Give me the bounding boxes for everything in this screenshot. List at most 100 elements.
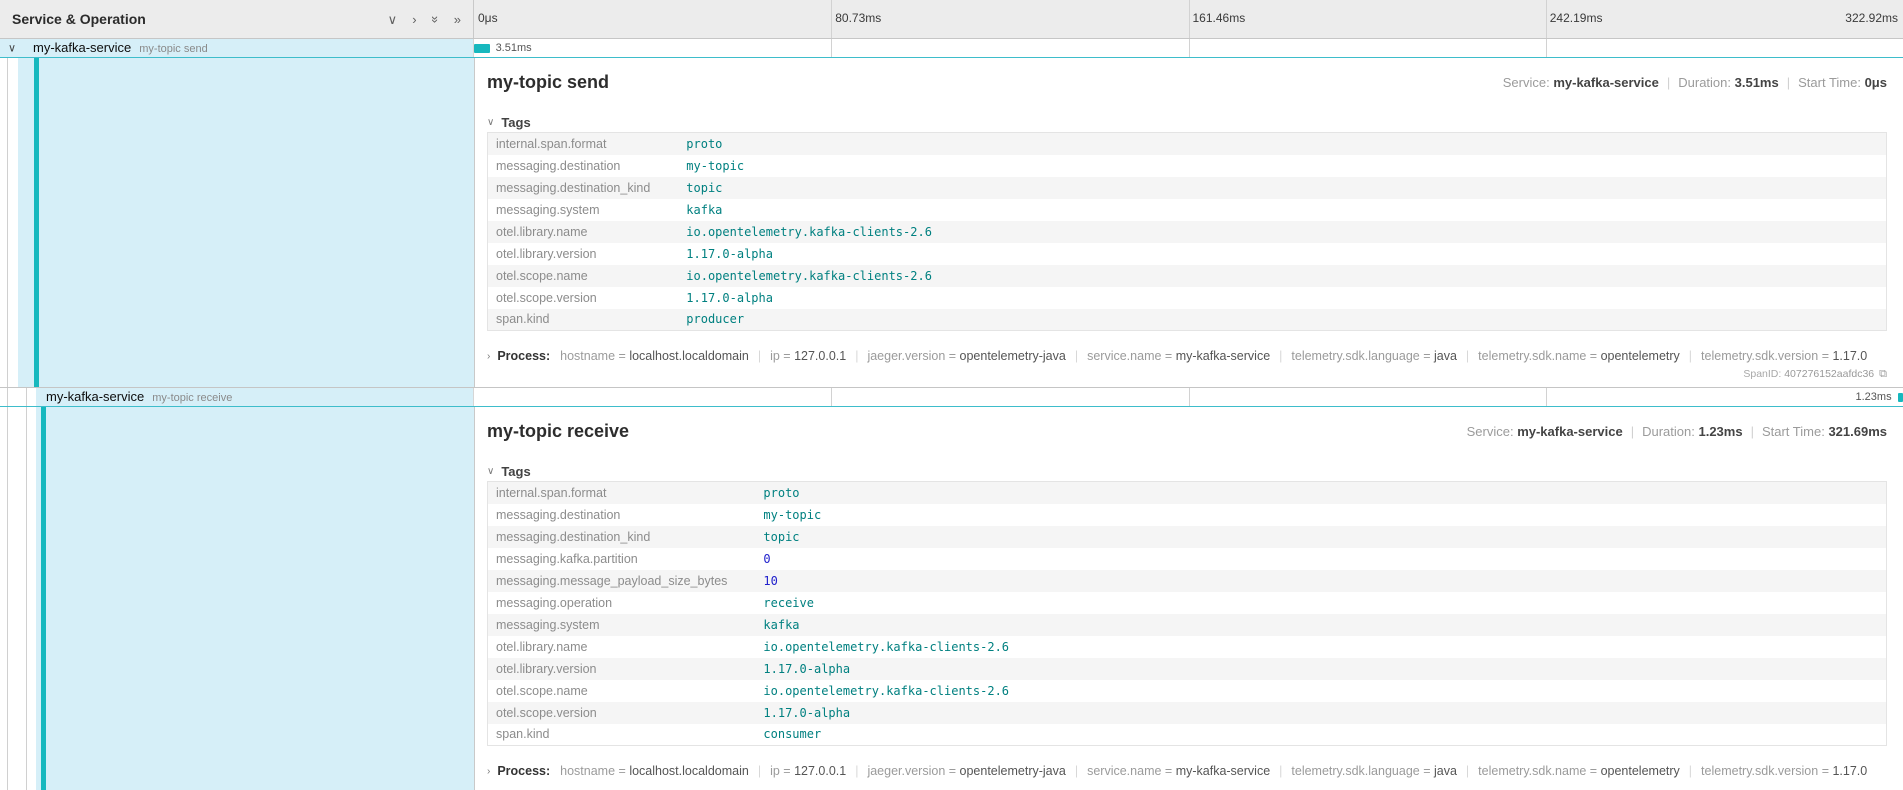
- tree-indent-guide: [26, 407, 27, 790]
- span-detail-card: my-topic send Service: my-kafka-service |…: [474, 58, 1903, 387]
- tag-key: messaging.destination_kind: [488, 177, 679, 199]
- span-timeline-cell[interactable]: 3.51ms: [474, 39, 1903, 57]
- timeline-ruler: 0μs80.73ms161.46ms242.19ms322.92ms: [474, 0, 1903, 38]
- tree-indent-guide: [7, 58, 8, 387]
- process-separator: |: [1279, 764, 1282, 778]
- timeline-tick-label: 0μs: [478, 11, 498, 25]
- timeline-tick-label: 161.46ms: [1193, 11, 1246, 25]
- process-equals: =: [615, 764, 629, 778]
- tag-row: messaging.destinationmy-topic: [488, 155, 1887, 177]
- tag-key: otel.library.name: [488, 636, 756, 658]
- process-equals: =: [780, 349, 794, 363]
- tag-row: messaging.systemkafka: [488, 199, 1887, 221]
- trace-timeline-view: Service & Operation ∨›»» 0μs80.73ms161.4…: [0, 0, 1903, 790]
- process-separator: |: [855, 764, 858, 778]
- span-color-stripe: [41, 407, 46, 790]
- tag-key: messaging.system: [488, 614, 756, 636]
- span-name-cell[interactable]: my-kafka-servicemy-topic receive: [0, 388, 474, 406]
- tags-accordion-label: Tags: [501, 464, 530, 479]
- process-equals: =: [1818, 349, 1832, 363]
- span-operation-name: my-topic send: [139, 43, 207, 55]
- tags-accordion-label: Tags: [501, 115, 530, 130]
- tags-table: internal.span.formatprotomessaging.desti…: [487, 132, 1887, 331]
- span-timeline-cell[interactable]: 1.23ms: [474, 388, 1903, 406]
- meta-value: 321.69ms: [1828, 424, 1887, 439]
- tag-row: messaging.operationreceive: [488, 592, 1887, 614]
- tag-key: messaging.system: [488, 199, 679, 221]
- process-equals: =: [1420, 349, 1434, 363]
- tag-row: span.kindconsumer: [488, 724, 1887, 746]
- meta-value: 1.23ms: [1698, 424, 1742, 439]
- tag-key: otel.scope.version: [488, 287, 679, 309]
- tag-key: messaging.operation: [488, 592, 756, 614]
- tag-value: my-topic: [678, 155, 1886, 177]
- copy-span-id-icon[interactable]: ⧉: [1879, 368, 1887, 380]
- span-detail-header: my-topic send Service: my-kafka-service|…: [487, 70, 1887, 94]
- span-row: ∨ my-kafka-servicemy-topic send 3.51ms: [0, 39, 1903, 58]
- double-chevron-down-icon[interactable]: »: [429, 15, 442, 22]
- process-value: opentelemetry-java: [960, 349, 1066, 363]
- process-separator: |: [758, 349, 761, 363]
- process-accordion-header[interactable]: › Process: hostname = localhost.localdom…: [487, 347, 1887, 365]
- process-value: my-kafka-service: [1176, 349, 1270, 363]
- process-summary: hostname = localhost.localdomain|ip = 12…: [560, 764, 1867, 778]
- process-key: service.name: [1087, 764, 1161, 778]
- timeline-gridline: [831, 39, 832, 57]
- span-detail-meta: Service: my-kafka-service|Duration: 1.23…: [1467, 419, 1887, 439]
- span-color-stripe: [34, 58, 39, 387]
- tag-value: producer: [678, 309, 1886, 331]
- span-id-row: SpanID: 407276152aafdc36⧉: [487, 368, 1887, 381]
- meta-value: 0μs: [1865, 75, 1887, 90]
- meta-label: Start Time:: [1798, 75, 1864, 90]
- tag-value: io.opentelemetry.kafka-clients-2.6: [755, 636, 1886, 658]
- meta-separator: |: [1631, 424, 1634, 439]
- chevron-down-icon[interactable]: ∨: [388, 13, 398, 26]
- span-duration-bar[interactable]: [474, 44, 490, 53]
- meta-value: 3.51ms: [1735, 75, 1779, 90]
- process-value: my-kafka-service: [1176, 764, 1270, 778]
- tags-accordion-header[interactable]: ∨ Tags: [487, 461, 1887, 481]
- tag-row: otel.library.nameio.opentelemetry.kafka-…: [488, 221, 1887, 243]
- process-value: opentelemetry: [1601, 764, 1680, 778]
- span-name: my-kafka-servicemy-topic send: [33, 39, 208, 57]
- tag-value: topic: [755, 526, 1886, 548]
- span-detail-highlight: [36, 407, 474, 790]
- meta-label: Service:: [1467, 424, 1518, 439]
- tag-row: messaging.message_payload_size_bytes10: [488, 570, 1887, 592]
- chevron-down-icon[interactable]: ∨: [8, 42, 16, 55]
- process-equals: =: [780, 764, 794, 778]
- chevron-right-icon[interactable]: ›: [412, 13, 416, 26]
- tag-value: 1.17.0-alpha: [755, 702, 1886, 724]
- span-detail-title: my-topic send: [487, 70, 609, 94]
- span-service-name: my-kafka-service: [46, 389, 144, 404]
- timeline-gridline: [1189, 388, 1190, 406]
- process-separator: |: [1075, 764, 1078, 778]
- span-id-label: SpanID:: [1743, 368, 1784, 380]
- span-detail-title: my-topic receive: [487, 419, 629, 443]
- double-chevron-right-icon[interactable]: »: [454, 13, 461, 26]
- tag-key: messaging.destination_kind: [488, 526, 756, 548]
- span-name: my-kafka-servicemy-topic receive: [46, 388, 232, 406]
- chevron-down-icon: ∨: [487, 466, 494, 477]
- tag-key: otel.library.version: [488, 658, 756, 680]
- span-name-cell[interactable]: ∨ my-kafka-servicemy-topic send: [0, 39, 474, 57]
- process-equals: =: [1420, 764, 1434, 778]
- tag-key: messaging.destination: [488, 504, 756, 526]
- process-value: localhost.localdomain: [629, 764, 749, 778]
- tag-value: 1.17.0-alpha: [678, 287, 1886, 309]
- process-equals: =: [1161, 349, 1175, 363]
- timeline-gridline: [1189, 0, 1190, 38]
- process-key: jaeger.version: [867, 349, 945, 363]
- meta-label: Duration:: [1678, 75, 1734, 90]
- process-accordion-header[interactable]: › Process: hostname = localhost.localdom…: [487, 762, 1887, 780]
- tags-accordion-header[interactable]: ∨ Tags: [487, 112, 1887, 132]
- process-value: opentelemetry-java: [960, 764, 1066, 778]
- tag-key: messaging.kafka.partition: [488, 548, 756, 570]
- span-duration-bar[interactable]: [1898, 393, 1903, 402]
- tag-value: proto: [755, 482, 1886, 504]
- process-separator: |: [1279, 349, 1282, 363]
- service-operation-header: Service & Operation ∨›»»: [0, 0, 474, 38]
- tag-key: otel.scope.name: [488, 265, 679, 287]
- timeline-gridline: [1189, 39, 1190, 57]
- meta-label: Service:: [1503, 75, 1554, 90]
